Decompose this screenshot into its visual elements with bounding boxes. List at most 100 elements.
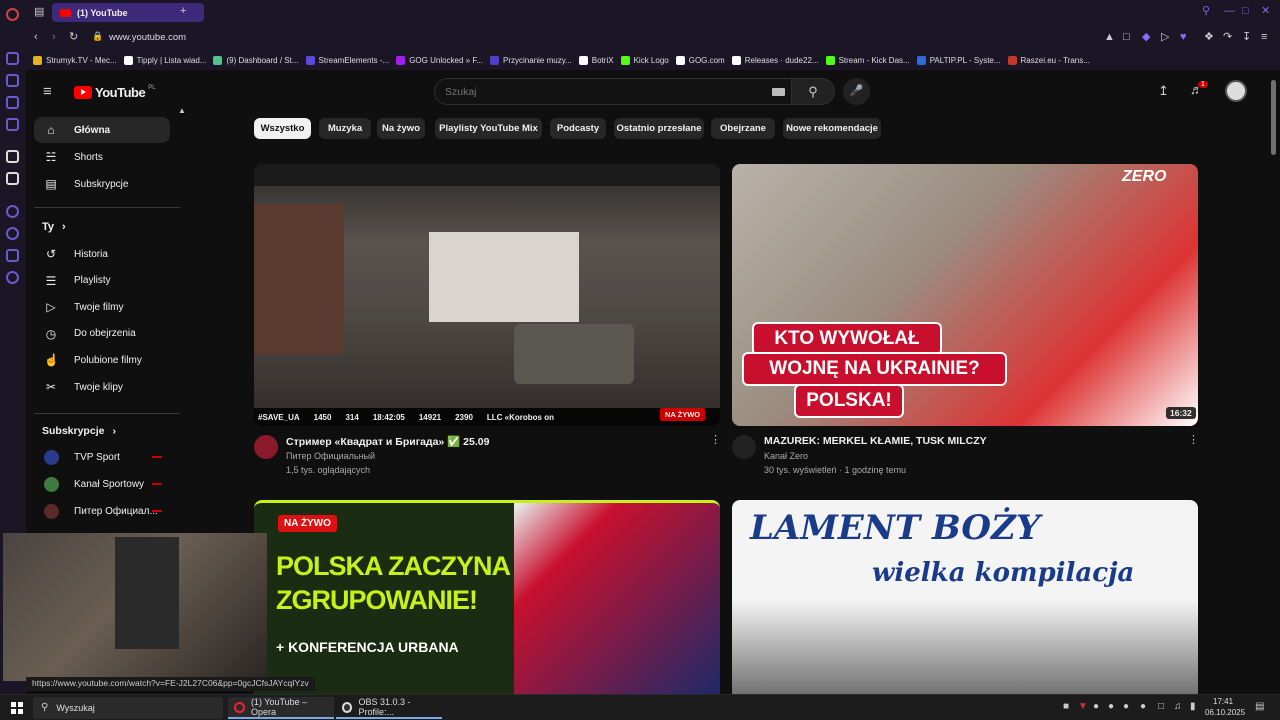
music-icon[interactable] — [6, 118, 19, 131]
bookmark-item[interactable]: Tipply | Lista wiad... — [123, 55, 206, 65]
video-thumbnail-3[interactable]: NA ŻYWO POLSKA ZACZYNA ZGRUPOWANIE! + KO… — [254, 500, 720, 694]
bookmark-item[interactable]: (9) Dashboard / St... — [213, 55, 299, 65]
bookmark-item[interactable]: Stream - Kick Das... — [825, 55, 910, 65]
new-tab-icon[interactable]: + — [180, 6, 186, 17]
tray-icon-4[interactable]: ● — [1108, 702, 1114, 712]
sidebar-item-shorts[interactable]: ☵ Shorts — [34, 144, 170, 170]
sidebar-item-playlists[interactable]: ☰ Playlisty — [34, 268, 170, 294]
bookmark-item[interactable]: Kick Logo — [620, 55, 669, 65]
bookmark-item[interactable]: Releases · dude22... — [731, 55, 819, 65]
filter-chip[interactable]: Muzyka — [319, 118, 371, 139]
filter-chip[interactable]: Ostatnio przesłane — [614, 118, 704, 139]
history-sidebar-icon[interactable] — [6, 205, 19, 218]
sidebar-item-history[interactable]: ↺ Historia — [34, 241, 170, 267]
filter-chip[interactable]: Na żywo — [377, 118, 425, 139]
tab-menu-icon[interactable]: ▤ — [34, 7, 44, 18]
settings-icon[interactable] — [6, 271, 19, 284]
menu-icon[interactable]: ≡ — [1261, 32, 1267, 43]
close-icon[interactable]: ✕ — [1261, 6, 1270, 17]
sidebar-item-liked[interactable]: ☝ Polubione filmy — [34, 347, 170, 373]
whatsapp-icon[interactable] — [6, 96, 19, 109]
reload-icon[interactable]: ↻ — [69, 32, 78, 43]
bookmark-item[interactable]: BotriX — [578, 55, 614, 65]
bookmark-item[interactable]: Strumyk.TV - Mec... — [33, 55, 117, 65]
video-thumbnail-2[interactable]: ZERO KTO WYWOŁAŁ WOJNĘ NA UKRAINIE? POLS… — [732, 164, 1198, 426]
shield-icon[interactable]: ◆ — [1142, 32, 1150, 43]
tray-icon-5[interactable]: ● — [1123, 702, 1129, 712]
battery-icon[interactable]: ▮ — [1190, 702, 1196, 712]
video-thumbnail-4[interactable]: LAMENT BOŻY wielka kompilacja — [732, 500, 1198, 694]
search-box[interactable] — [434, 78, 792, 105]
bookmark-item[interactable]: GOG.com — [675, 55, 725, 65]
channel-avatar-1[interactable] — [254, 435, 278, 459]
windows-start-icon[interactable] — [11, 702, 23, 714]
voice-search-button[interactable]: 🎤 — [843, 78, 870, 105]
filter-chip[interactable]: Nowe rekomendacje — [783, 118, 881, 139]
tiktok-icon[interactable] — [6, 150, 19, 163]
more-options-icon[interactable]: ⋮ — [710, 435, 721, 446]
bookmark-item[interactable]: StreamElements -... — [305, 55, 389, 65]
hamburger-menu-icon[interactable]: ≡ — [43, 84, 52, 99]
sidebar-item-clips[interactable]: ✂ Twoje klipy — [34, 374, 170, 400]
tray-icon-2[interactable]: ▼ — [1078, 702, 1088, 712]
sidebar-subscription-item[interactable]: TVP Sport — [34, 444, 170, 470]
taskbar-app-opera[interactable]: (1) YouTube – Opera — [228, 697, 334, 719]
tray-icon-6[interactable]: ● — [1140, 702, 1146, 712]
clock-icon[interactable] — [6, 227, 19, 240]
network-icon[interactable]: □ — [1158, 702, 1164, 712]
download-icon[interactable]: ↧ — [1242, 32, 1251, 43]
opera-logo-icon[interactable] — [6, 8, 19, 21]
taskbar-app-obs[interactable]: OBS 31.0.3 - Profile:... — [336, 697, 442, 719]
taskbar-search[interactable]: ⚲ Wyszukaj — [33, 697, 223, 719]
sidebar-subscription-item[interactable]: Питер Официал... — [34, 498, 170, 524]
bookmark-item[interactable]: PALTIP.PL - Syste... — [916, 55, 1001, 65]
maximize-icon[interactable]: □ — [1242, 6, 1249, 17]
scrollbar-thumb[interactable] — [1271, 80, 1276, 155]
sidebar-item-subscriptions[interactable]: ▤ Subskrypcje — [34, 171, 170, 197]
share-icon[interactable]: ↷ — [1223, 32, 1232, 43]
video-title-2[interactable]: MAZUREK: MERKEL KŁAMIE, TUSK MILCZY — [764, 435, 987, 447]
filter-chip[interactable]: Playlisty YouTube Mix — [435, 118, 542, 139]
filter-chip[interactable]: Podcasty — [550, 118, 606, 139]
sidebar-item-your-videos[interactable]: ▷ Twoje filmy — [34, 294, 170, 320]
sidebar-subs-header[interactable]: Subskrypcje › — [42, 425, 116, 437]
search-tabs-icon[interactable]: ⚲ — [1202, 6, 1210, 17]
filter-chip[interactable]: Wszystko — [254, 118, 311, 139]
search-input[interactable] — [445, 84, 745, 100]
collapse-arrow-icon[interactable]: ▲ — [178, 107, 186, 115]
bookmark-item[interactable]: GOG Unlocked » F... — [396, 55, 483, 65]
heart-icon[interactable]: ♥ — [1180, 32, 1187, 43]
volume-icon[interactable]: ♫ — [1174, 702, 1182, 712]
more-options-icon[interactable]: ⋮ — [1188, 435, 1199, 446]
filter-chip[interactable]: Obejrzane — [711, 118, 775, 139]
tray-icon-3[interactable]: ● — [1093, 702, 1099, 712]
x-icon[interactable] — [6, 172, 19, 185]
play-icon[interactable]: ▷ — [1161, 32, 1169, 43]
video-title-1[interactable]: Стример «Квадрат и Бригада» ✅ 25.09 — [286, 435, 489, 448]
search-button[interactable]: ⚲ — [792, 78, 835, 105]
sidebar-you-header[interactable]: Ty › — [42, 221, 66, 233]
sidebar-item-home[interactable]: ⌂ Główna — [34, 117, 170, 143]
pin-icon[interactable]: ▲ — [1104, 32, 1115, 43]
messenger-icon[interactable] — [6, 52, 19, 65]
extensions-puzzle-icon[interactable]: ❖ — [1204, 32, 1214, 43]
bookmark-item[interactable]: Przycinanie muzy... — [490, 55, 572, 65]
snapshot-icon[interactable]: □ — [1123, 32, 1130, 43]
forward-icon[interactable]: › — [52, 32, 56, 43]
keyboard-icon[interactable] — [772, 88, 785, 96]
bookmark-item[interactable]: Raszei.eu - Trans... — [1007, 55, 1090, 65]
sidebar-subscription-item[interactable]: Kanał Sportowy — [34, 471, 170, 497]
minimize-icon[interactable]: — — [1224, 6, 1235, 17]
avatar[interactable] — [1225, 80, 1247, 102]
sidebar-item-watch-later[interactable]: ◷ Do obejrzenia — [34, 321, 170, 347]
instagram-icon[interactable] — [6, 74, 19, 87]
tray-icon-1[interactable]: ■ — [1063, 702, 1069, 712]
upload-icon[interactable]: ↥ — [1158, 84, 1169, 97]
page-scrollbar[interactable] — [1268, 70, 1280, 694]
video-thumbnail-1[interactable]: #SAVE_UA 1450 314 18:42:05 14921 2390 LLC «Kor… — [254, 164, 720, 426]
extensions-icon[interactable] — [6, 249, 19, 262]
notification-center-icon[interactable]: ▤ — [1255, 702, 1264, 712]
video-channel-1[interactable]: Питер Официальный — [286, 451, 375, 461]
channel-avatar-2[interactable] — [732, 435, 756, 459]
url-field[interactable]: www.youtube.com — [109, 32, 186, 43]
